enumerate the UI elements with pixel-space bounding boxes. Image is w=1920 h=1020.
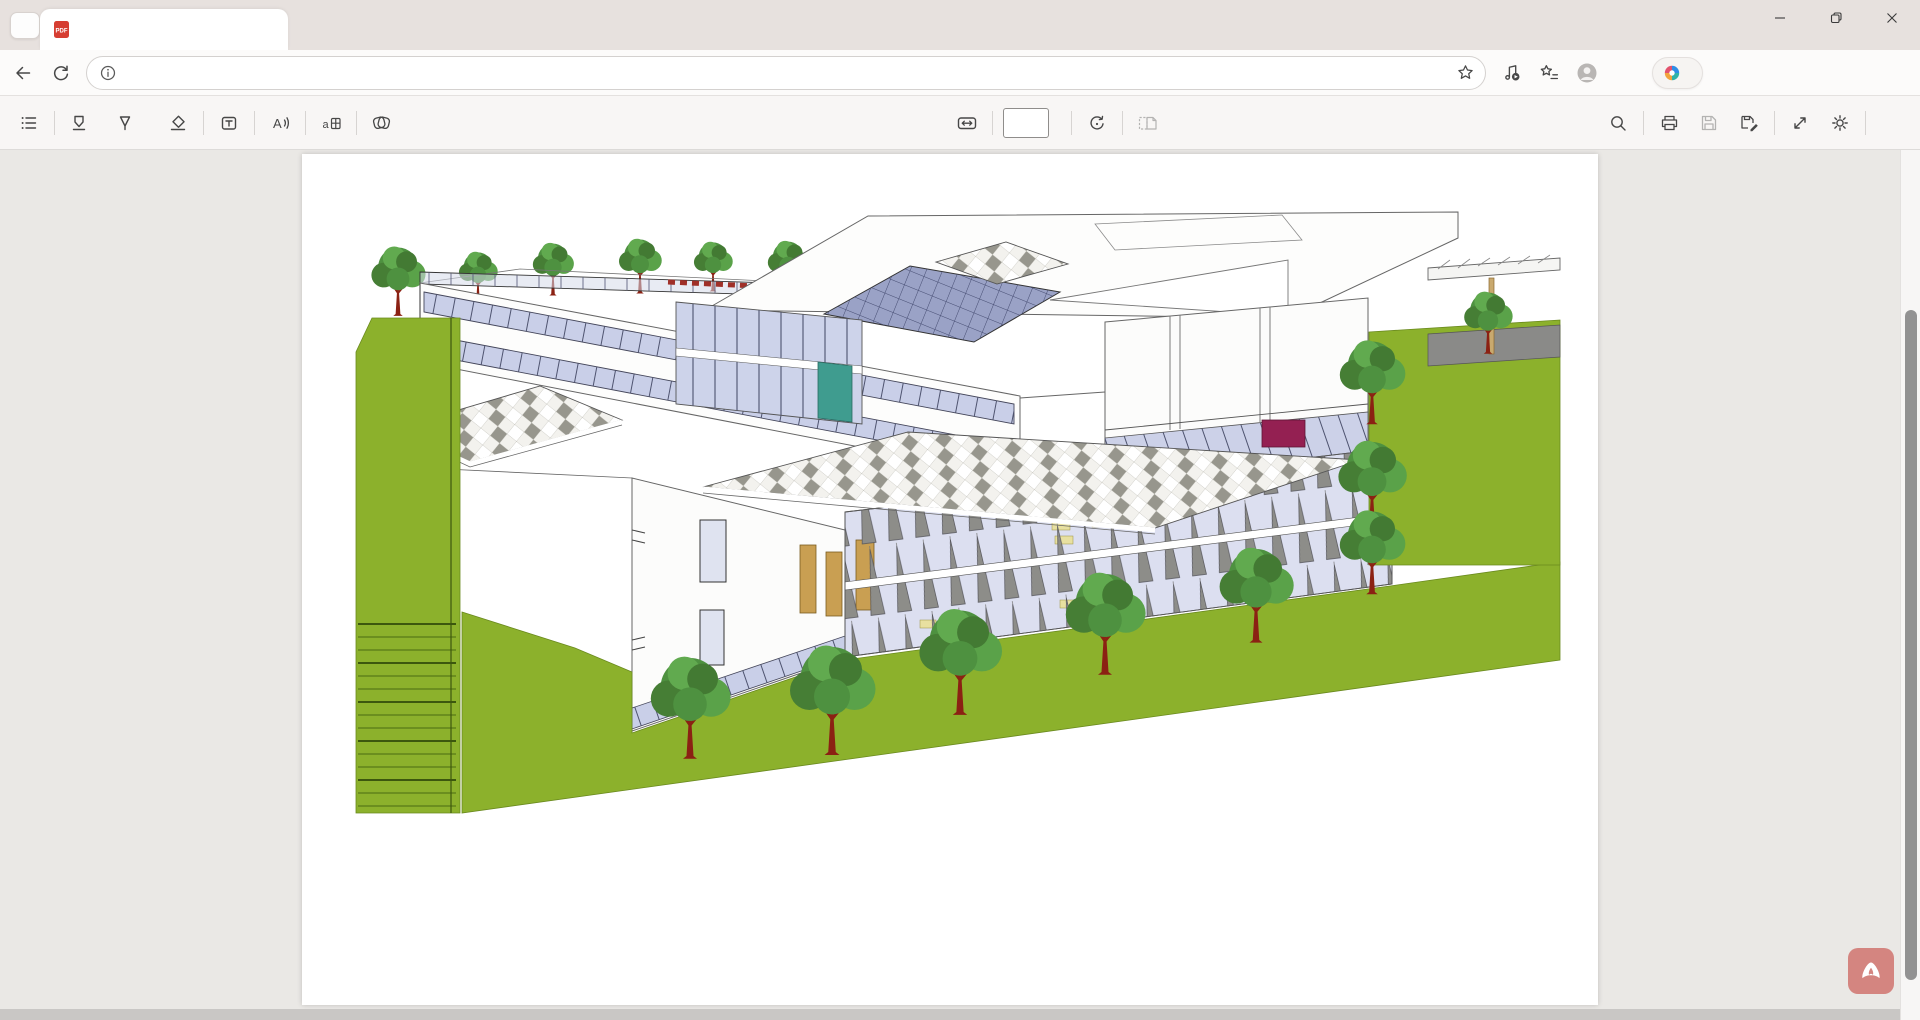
highlighter-button[interactable] bbox=[65, 107, 101, 139]
table-of-contents-button[interactable] bbox=[14, 107, 44, 139]
rotate-button[interactable] bbox=[1082, 107, 1112, 139]
favorites-list-icon bbox=[1539, 62, 1560, 83]
search-document-button[interactable] bbox=[1603, 107, 1633, 139]
favorite-star-icon[interactable] bbox=[1456, 63, 1475, 82]
pdf-file-icon: PDF bbox=[53, 20, 70, 39]
profile-button[interactable] bbox=[1572, 58, 1602, 88]
eraser-button[interactable] bbox=[163, 107, 193, 139]
save-as-icon bbox=[1739, 113, 1760, 133]
tab-aaaa-pdf[interactable]: PDF bbox=[40, 9, 288, 50]
pdf-settings-button[interactable] bbox=[1825, 107, 1855, 139]
pdf-viewer bbox=[0, 150, 1920, 1020]
minimize-icon bbox=[1773, 11, 1787, 25]
pen-icon bbox=[115, 113, 135, 133]
pdf-toolbar-center bbox=[872, 96, 1163, 150]
highlighter-icon bbox=[69, 113, 89, 133]
rotate-icon bbox=[1087, 113, 1107, 133]
separator bbox=[1774, 111, 1775, 135]
window-controls bbox=[1752, 0, 1920, 36]
window-minimize-button[interactable] bbox=[1752, 0, 1808, 36]
draw-button[interactable] bbox=[111, 107, 153, 139]
pdf-toolbar: A a bbox=[0, 96, 1920, 150]
separator bbox=[1071, 111, 1072, 135]
copilot-outline-icon bbox=[371, 113, 392, 133]
music-note-icon bbox=[1501, 62, 1522, 83]
page-view-icon bbox=[1137, 113, 1159, 133]
collections-button[interactable] bbox=[1534, 58, 1564, 88]
fullscreen-button[interactable] bbox=[1785, 107, 1815, 139]
tab-strip: PDF bbox=[0, 0, 1920, 50]
window-close-button[interactable] bbox=[1864, 0, 1920, 36]
browser-window: PDF bbox=[0, 0, 1920, 1020]
pdf-toolbar-left: A a bbox=[14, 96, 410, 150]
browser-action-icons bbox=[1496, 57, 1703, 89]
print-icon bbox=[1659, 113, 1680, 133]
fit-to-width-button[interactable] bbox=[952, 107, 982, 139]
close-icon bbox=[1885, 11, 1899, 25]
refresh-button[interactable] bbox=[46, 58, 76, 88]
page-view-button bbox=[1133, 107, 1163, 139]
pdf-toolbar-right bbox=[1603, 96, 1906, 150]
separator bbox=[254, 111, 255, 135]
window-restore-button[interactable] bbox=[1808, 0, 1864, 36]
eraser-icon bbox=[168, 113, 188, 133]
back-button[interactable] bbox=[8, 58, 38, 88]
architectural-rendering bbox=[302, 154, 1598, 1005]
svg-text:A: A bbox=[273, 116, 282, 131]
address-bar bbox=[0, 50, 1920, 96]
translate-icon: a bbox=[321, 113, 342, 133]
separator bbox=[1643, 111, 1644, 135]
separator bbox=[992, 111, 993, 135]
zoom-in-button[interactable] bbox=[912, 107, 942, 139]
translate-button[interactable]: a bbox=[316, 107, 346, 139]
restore-icon bbox=[1829, 11, 1843, 25]
acrobat-icon bbox=[1856, 958, 1886, 984]
copilot-color-icon bbox=[1663, 64, 1681, 82]
gear-icon bbox=[1830, 113, 1850, 133]
read-aloud-button[interactable]: A bbox=[265, 107, 295, 139]
text-box-icon bbox=[219, 113, 239, 133]
zoom-out-button[interactable] bbox=[872, 107, 902, 139]
url-field[interactable] bbox=[86, 56, 1486, 90]
separator bbox=[356, 111, 357, 135]
print-button[interactable] bbox=[1654, 107, 1684, 139]
separator bbox=[203, 111, 204, 135]
save-button bbox=[1694, 107, 1724, 139]
fit-width-icon bbox=[956, 113, 978, 133]
copilot-conversation-button[interactable] bbox=[1652, 57, 1703, 89]
scroll-up-button[interactable] bbox=[1901, 152, 1920, 168]
tab-search-button[interactable] bbox=[10, 12, 40, 39]
open-in-acrobat-fab[interactable] bbox=[1848, 948, 1894, 994]
separator bbox=[1865, 111, 1866, 135]
page-number-input[interactable] bbox=[1003, 108, 1049, 138]
separator bbox=[54, 111, 55, 135]
settings-menu-button[interactable] bbox=[1610, 58, 1640, 88]
horizontal-scrollbar[interactable] bbox=[0, 1009, 1900, 1020]
svg-text:PDF: PDF bbox=[56, 29, 68, 35]
tab-close-icon[interactable] bbox=[260, 21, 278, 39]
back-icon bbox=[13, 63, 33, 83]
read-aloud-icon: A bbox=[270, 113, 291, 133]
refresh-icon bbox=[51, 63, 71, 83]
avatar-icon bbox=[1575, 61, 1599, 85]
info-icon[interactable] bbox=[99, 64, 117, 82]
separator bbox=[305, 111, 306, 135]
scrollbar-thumb[interactable] bbox=[1905, 310, 1917, 980]
save-icon bbox=[1699, 113, 1719, 133]
svg-text:a: a bbox=[322, 119, 329, 131]
edit-with-acrobat-button[interactable] bbox=[1876, 107, 1906, 139]
save-as-button[interactable] bbox=[1734, 107, 1764, 139]
vertical-scrollbar[interactable] bbox=[1900, 150, 1920, 1020]
new-tab-button[interactable] bbox=[296, 14, 324, 38]
scroll-down-button[interactable] bbox=[1901, 1002, 1920, 1018]
add-text-button[interactable] bbox=[214, 107, 244, 139]
toc-icon bbox=[19, 113, 39, 133]
search-icon bbox=[1608, 113, 1628, 133]
pdf-page bbox=[302, 154, 1598, 1005]
expand-icon bbox=[1790, 113, 1810, 133]
media-control-button[interactable] bbox=[1496, 58, 1526, 88]
separator bbox=[1122, 111, 1123, 135]
ask-copilot-button[interactable] bbox=[367, 107, 410, 139]
